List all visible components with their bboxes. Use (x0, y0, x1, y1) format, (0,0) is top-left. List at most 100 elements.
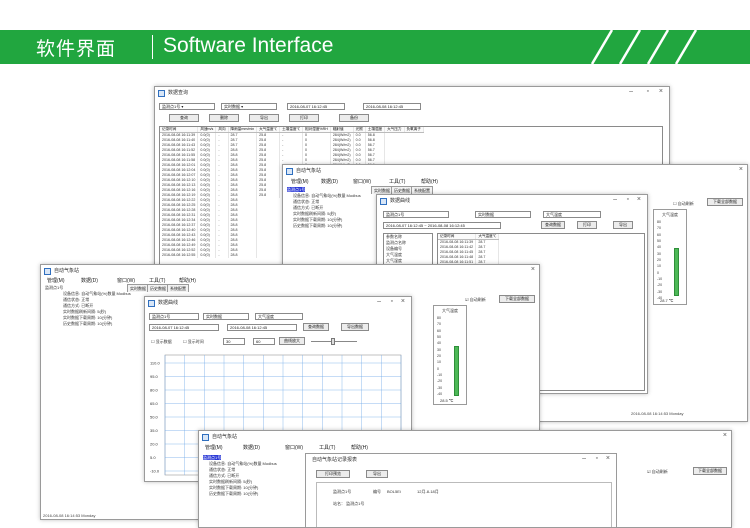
print-button[interactable]: 打印 (289, 114, 319, 122)
close-icon[interactable]: × (739, 166, 743, 173)
minimize-icon[interactable]: – (629, 88, 633, 95)
report-page: 监测点1号 编号 BOL5Ei 12月-8-18月 站名： 监测点1号 (316, 482, 612, 527)
download-all-button[interactable]: 下载全部数据 (707, 198, 743, 206)
export-button[interactable]: 导出 (613, 221, 633, 229)
tree-node[interactable]: 历史数据下载周期: 10(分钟) (287, 223, 361, 229)
data-type-select[interactable]: 实时数据 (203, 313, 249, 320)
column-header[interactable]: 风速m/s (197, 127, 217, 133)
menu-data[interactable]: 数据(D) (81, 277, 98, 284)
tree-node[interactable]: 历史数据下载周期: 10(分钟) (203, 491, 277, 497)
menu-help[interactable]: 帮助(H) (351, 444, 368, 451)
device-tree[interactable]: 监测点1号 设备信息: 自动气象站(%)数量 Modbus 通信状态: 正常 通… (287, 187, 361, 229)
download-all-button[interactable]: 下载全部数据 (693, 467, 727, 475)
report-field-station: 站名： 监测点1号 (333, 501, 365, 506)
auto-refresh-checkbox[interactable]: ☑ 自动刷新 (465, 297, 486, 303)
tree-node[interactable]: 历史数据下载周期: 10(分钟) (45, 321, 131, 327)
column-header[interactable]: 大气温度℃ (256, 127, 281, 133)
station-select[interactable]: 监测点1号 ▾ (159, 103, 215, 110)
tab-config[interactable]: 系统配置 (167, 284, 189, 292)
factor-select[interactable]: 大气温度 (543, 211, 601, 218)
chart-y-ticks: 110.0 95.0 80.0 65.0 50.0 35.0 20.0 5.0 -10.0 (150, 361, 160, 474)
export-button[interactable]: 导出 (366, 470, 388, 478)
show-time-checkbox[interactable]: ☐ 显示时间 (183, 339, 204, 345)
interval-a-field[interactable]: 30 (223, 338, 245, 345)
report-dialog-title: 自动气象站记录报表 (312, 457, 358, 463)
table-cell: - (215, 252, 229, 258)
gauge-tick-label: -10 (657, 277, 663, 281)
show-points-checkbox[interactable]: ☐ 显示数据 (151, 339, 172, 345)
data-type-select[interactable]: 实时数据 (475, 211, 531, 218)
tab-history[interactable]: 历史数据 (391, 186, 413, 194)
column-header[interactable]: 负氧离子 (404, 127, 424, 133)
menu-window[interactable]: 窗口(W) (285, 444, 303, 451)
auto-refresh-checkbox[interactable]: ☑ 自动刷新 (647, 469, 668, 475)
query-button[interactable]: 查询 (169, 114, 199, 122)
gauge-tick-label: 50 (437, 335, 441, 339)
start-time-field[interactable]: 2016-08-07 16:12:45 (149, 324, 219, 331)
menu-manage[interactable]: 管理(M) (47, 277, 65, 284)
menu-manage[interactable]: 管理(M) (205, 444, 223, 451)
time-range-field[interactable]: 2016-08-07 16:12:45 ~ 2016-08-08 16:12:4… (383, 222, 501, 229)
zoom-curve-button[interactable]: 曲线放大 (279, 337, 305, 345)
column-header[interactable]: 土壤温度℃ (279, 127, 304, 133)
app-icon (148, 300, 155, 307)
menu-data[interactable]: 数据(D) (321, 178, 338, 185)
interval-b-field[interactable]: 60 (253, 338, 275, 345)
maximize-icon[interactable]: ▫ (627, 196, 629, 203)
minimize-icon[interactable]: – (582, 455, 586, 462)
report-time-value: 12月-8-18月 (417, 489, 439, 494)
menu-help[interactable]: 帮助(H) (179, 277, 196, 284)
maximize-icon[interactable]: ▫ (596, 455, 598, 462)
minimize-icon[interactable]: – (377, 298, 381, 305)
query-data-button[interactable]: 查询数据 (541, 221, 565, 229)
print-button[interactable]: 打印 (577, 221, 597, 229)
minimize-icon[interactable]: – (613, 196, 617, 203)
menu-tools[interactable]: 工具(T) (389, 178, 405, 185)
station-select[interactable]: 监测点1号 (383, 211, 449, 218)
maximize-icon[interactable]: ▫ (647, 88, 649, 95)
data-type-select[interactable]: 实时数据 ▾ (221, 103, 277, 110)
menu-window[interactable]: 窗口(W) (117, 277, 135, 284)
close-icon[interactable]: × (659, 88, 663, 95)
tab-realtime[interactable]: 实时数据 (371, 186, 393, 194)
tab-history[interactable]: 历史数据 (147, 284, 169, 292)
device-tree[interactable]: 监测点1号 设备信息: 自动气象站(%)数量 Modbus 通信状态: 正常 通… (45, 285, 131, 327)
close-icon[interactable]: × (637, 196, 641, 203)
close-icon[interactable]: × (401, 298, 405, 305)
zoom-slider-thumb[interactable] (331, 338, 335, 345)
end-time-field[interactable]: 2016-08-08 16:12:45 (363, 103, 421, 110)
factor-select[interactable]: 大气温度 (255, 313, 303, 320)
end-time-field[interactable]: 2016-08-08 16:12:45 (227, 324, 297, 331)
auto-refresh-checkbox[interactable]: ☐ 自动刷新 (673, 201, 694, 207)
close-icon[interactable]: × (723, 432, 727, 439)
device-tree[interactable]: 监测点1号 设备信息: 自动气象站(%)数量 Modbus 通信状态: 正常 通… (203, 455, 277, 497)
query-data-button[interactable]: 查询数据 (303, 323, 329, 331)
menu-tools[interactable]: 工具(T) (319, 444, 335, 451)
menu-tools[interactable]: 工具(T) (149, 277, 165, 284)
column-header[interactable]: 大气压力 (384, 127, 405, 133)
menu-window[interactable]: 窗口(W) (353, 178, 371, 185)
close-icon[interactable]: × (606, 455, 610, 462)
delete-button[interactable]: 删除 (209, 114, 239, 122)
column-header[interactable]: 相对湿度%RH (302, 127, 331, 133)
curve-big-title: 数据曲线 (158, 300, 179, 306)
tree-station-label: 监测点1号 (287, 187, 306, 192)
download-all-button[interactable]: 下载全部数据 (499, 295, 535, 303)
tab-config[interactable]: 系统配置 (411, 186, 433, 194)
gauge-tick-label: -20 (657, 283, 663, 288)
menu-manage[interactable]: 管理(M) (291, 178, 309, 185)
column-header[interactable]: 降雨量mm/min (228, 127, 258, 133)
menu-help[interactable]: 帮助(H) (421, 178, 438, 185)
gauge-tick-label: 50 (657, 239, 661, 243)
column-header[interactable]: 土壤湿度 (365, 127, 386, 133)
print-preview-button[interactable]: 打印预览 (316, 470, 350, 478)
column-header[interactable]: 大气温度℃ (475, 234, 500, 240)
menu-data[interactable]: 数据(D) (243, 444, 260, 451)
start-time-field[interactable]: 2016-08-07 16:12:45 (287, 103, 345, 110)
close-icon[interactable]: × (531, 266, 535, 273)
station-select[interactable]: 监测点1号 (149, 313, 199, 320)
export-data-button[interactable]: 导出数据 (341, 323, 369, 331)
backup-button[interactable]: 备份 (339, 114, 369, 122)
export-button[interactable]: 导出 (249, 114, 279, 122)
maximize-icon[interactable]: ▫ (391, 298, 393, 305)
